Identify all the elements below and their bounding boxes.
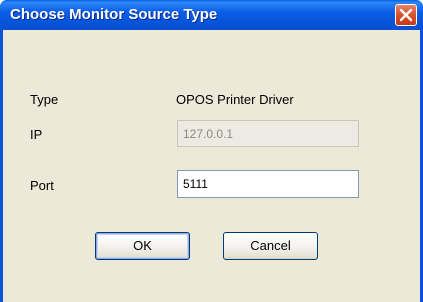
dialog-body: Type OPOS Printer Driver IP Port OK Canc… bbox=[3, 30, 420, 302]
ip-label: IP bbox=[30, 127, 43, 142]
close-button[interactable] bbox=[395, 4, 417, 26]
ip-field bbox=[177, 120, 359, 147]
close-icon bbox=[399, 8, 413, 22]
window-title: Choose Monitor Source Type bbox=[10, 6, 218, 23]
type-label: Type bbox=[30, 92, 59, 107]
ok-button[interactable]: OK bbox=[95, 232, 190, 260]
dialog-window: Choose Monitor Source Type Type OPOS Pri… bbox=[0, 0, 423, 302]
port-field[interactable] bbox=[177, 170, 359, 198]
title-bar[interactable]: Choose Monitor Source Type bbox=[0, 0, 423, 30]
port-label: Port bbox=[30, 178, 54, 193]
type-value: OPOS Printer Driver bbox=[176, 92, 294, 107]
cancel-button[interactable]: Cancel bbox=[223, 232, 318, 260]
